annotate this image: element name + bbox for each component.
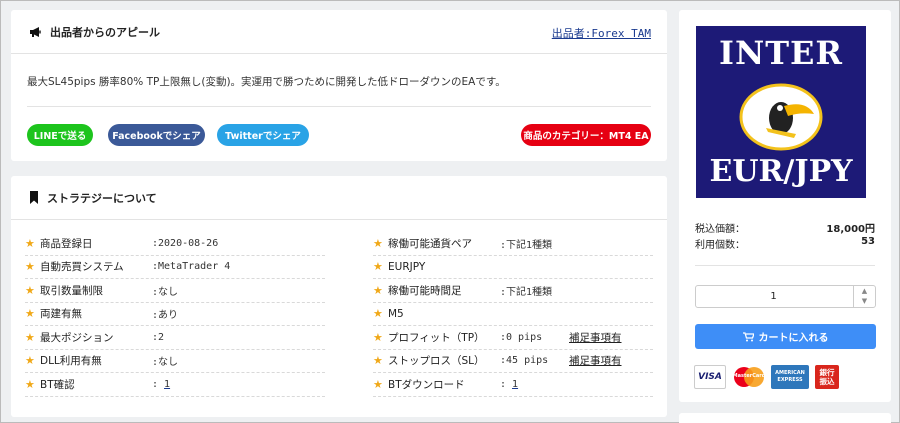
- strategy-header: ストラテジーについて: [11, 176, 667, 220]
- appeal-title: 出品者からのアピール: [50, 25, 160, 39]
- star-icon: ★: [25, 377, 35, 391]
- spec-row: ★ 自動売買システム:MetaTrader 4: [25, 256, 325, 279]
- seller-link[interactable]: 出品者:Forex TAM: [552, 25, 651, 41]
- star-icon: ★: [25, 236, 35, 250]
- spec-row: ★ 両建有無:あり: [25, 303, 325, 326]
- quantity-stepper[interactable]: 1 ▲ ▼: [695, 285, 876, 308]
- cart-icon: [742, 331, 754, 341]
- spec-row: ★ BTダウンロード:1: [373, 373, 653, 397]
- bt-confirm-link[interactable]: 1: [164, 379, 170, 390]
- star-icon: ★: [25, 330, 35, 344]
- spec-row: ★ 最大ポジション:2: [25, 326, 325, 350]
- visa-icon: VISA: [694, 365, 726, 389]
- strategy-card: ストラテジーについて ★ 商品登録日:2020-08-26 ★ 自動売買システム:M…: [11, 176, 667, 417]
- appeal-description: 最大SL45pips 勝率80% TP上限無し(変動)。実運用で勝つために開発し…: [27, 76, 506, 88]
- sidebar-card-next: [679, 413, 891, 423]
- spec-row: ★ M5: [373, 303, 653, 326]
- spec-row: ★ 稼働可能通貨ペア:下記1種類: [373, 232, 653, 256]
- quantity-spinner[interactable]: ▲ ▼: [853, 286, 875, 307]
- star-icon: ★: [373, 354, 383, 368]
- spec-row: ★ プロフィット（TP）:0 pips 補足事項有: [373, 326, 653, 350]
- strategy-title: ストラテジーについて: [47, 191, 157, 205]
- appeal-card: 出品者からのアピール 出品者:Forex TAM 最大SL45pips 勝率80…: [11, 10, 667, 161]
- star-icon: ★: [373, 236, 383, 250]
- spec-row: ★ 商品登録日:2020-08-26: [25, 232, 325, 256]
- spec-row: ★ 稼働可能時間足:下記1種類: [373, 279, 653, 303]
- price-value: 18,000円: [826, 224, 875, 235]
- twitter-share-button[interactable]: Twitterでシェア: [217, 124, 309, 146]
- appeal-header: 出品者からのアピール 出品者:Forex TAM: [11, 10, 667, 54]
- add-to-cart-button[interactable]: カートに入れる: [695, 324, 876, 349]
- price-row: 税込価額： 18,000円: [695, 220, 875, 235]
- star-icon: ★: [373, 330, 383, 344]
- users-value: 53: [861, 236, 875, 247]
- spec-row: ★ EURJPY: [373, 256, 653, 279]
- amex-icon: AMERICAN EXPRESS: [771, 365, 809, 389]
- users-row: 利用個数： 53: [695, 236, 875, 251]
- divider: [695, 265, 875, 266]
- logo-top-text: INTER: [718, 34, 843, 72]
- logo-bottom-text: EUR/JPY: [709, 154, 853, 189]
- star-icon: ★: [373, 307, 383, 321]
- product-sidebar: INTER EUR/JPY 税込価額： 18,000円 利用個数： 53 1 ▲ ▼ …: [679, 10, 891, 402]
- toucan-icon: [739, 83, 823, 151]
- star-icon: ★: [25, 283, 35, 297]
- category-badge[interactable]: 商品のカテゴリー：MT4 EA: [521, 124, 651, 146]
- spec-row: ★ 取引数量制限:なし: [25, 279, 325, 303]
- divider: [27, 106, 651, 107]
- product-logo[interactable]: INTER EUR/JPY: [696, 26, 866, 198]
- line-share-button[interactable]: LINEで送る: [27, 124, 93, 146]
- spec-row: ★ BT確認:1: [25, 373, 325, 397]
- strategy-right-list: ★ 稼働可能通貨ペア:下記1種類 ★ EURJPY ★ 稼働可能時間足:下記1種類 ★…: [373, 232, 653, 397]
- spec-row: ★ ストップロス（SL）:45 pips 補足事項有: [373, 350, 653, 373]
- star-icon: ★: [25, 307, 35, 321]
- sl-note-link[interactable]: 補足事項有: [569, 353, 622, 368]
- quantity-input[interactable]: 1: [696, 291, 851, 302]
- bank-transfer-icon: 銀行 振込: [815, 365, 839, 389]
- star-icon: ★: [25, 260, 35, 274]
- spec-row: ★ DLL利用有無:なし: [25, 350, 325, 373]
- facebook-share-button[interactable]: Facebookでシェア: [108, 124, 205, 146]
- star-icon: ★: [373, 260, 383, 274]
- bookmark-icon: [30, 191, 38, 204]
- strategy-left-list: ★ 商品登録日:2020-08-26 ★ 自動売買システム:MetaTrader 4…: [25, 232, 325, 397]
- mastercard-icon: MasterCard: [731, 365, 767, 389]
- megaphone-icon: [30, 26, 41, 37]
- bt-download-link[interactable]: 1: [512, 379, 518, 390]
- star-icon: ★: [25, 354, 35, 368]
- star-icon: ★: [373, 283, 383, 297]
- tp-note-link[interactable]: 補足事項有: [569, 330, 622, 345]
- star-icon: ★: [373, 377, 383, 391]
